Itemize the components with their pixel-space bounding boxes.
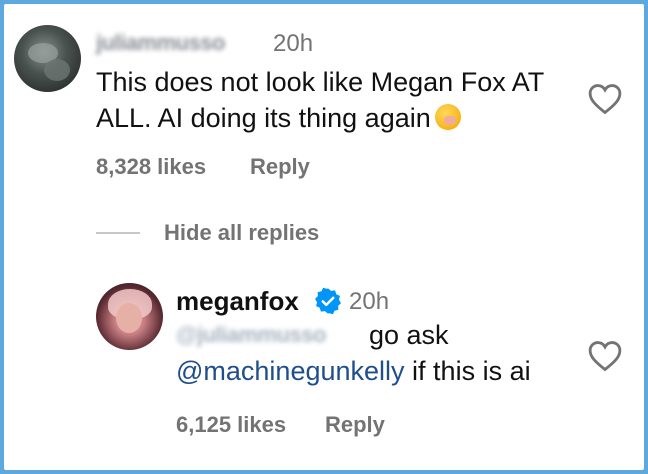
comment-timestamp: 20h [273,30,314,57]
reply-timestamp: 20h [349,288,390,315]
like-heart-icon[interactable] [588,340,622,372]
commenter-avatar[interactable] [14,25,81,92]
blurred-mention[interactable]: @juliammusso [176,322,326,348]
reply-author-avatar[interactable] [96,283,163,350]
avatar-blur-patch [44,59,70,81]
reply-author-username[interactable]: meganfox [176,286,299,317]
comment-reply-button[interactable]: Reply [250,154,310,180]
comment-text: This does not look like Megan Fox AT ALL… [96,64,586,136]
comment-likes-count[interactable]: 8,328 likes [96,154,206,180]
yawning-face-emoji-icon [434,104,461,130]
reply-likes-count[interactable]: 6,125 likes [176,412,286,438]
replies-divider [96,232,140,234]
reply-reply-button[interactable]: Reply [325,412,385,438]
reply-text-part: go ask [369,320,449,350]
like-heart-icon[interactable] [588,83,622,115]
verified-badge-icon [315,287,341,315]
reply-text-line: @machinegunkelly if this is ai [176,356,531,387]
comment-body: This does not look like Megan Fox AT ALL… [96,67,544,133]
commenter-username[interactable]: juliammusso [96,30,225,56]
hide-replies-button[interactable]: Hide all replies [164,220,319,246]
comments-panel: juliammusso 20h This does not look like … [4,4,644,470]
mention-link[interactable]: @machinegunkelly [176,356,405,386]
reply-text-end: if this is ai [412,356,531,386]
avatar-face [116,303,142,333]
